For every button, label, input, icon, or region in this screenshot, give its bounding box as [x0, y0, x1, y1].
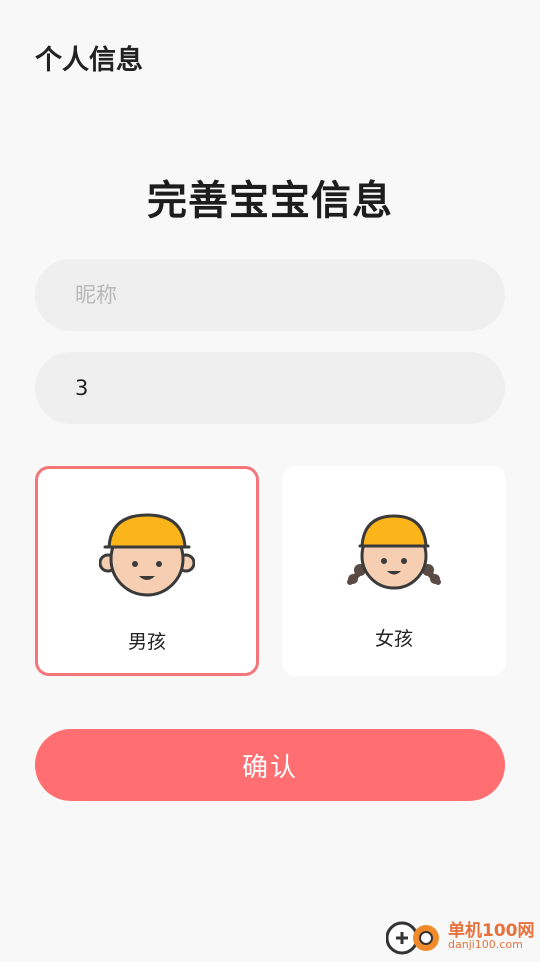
age-field-container — [35, 352, 505, 424]
gender-option-girl[interactable]: 女孩 — [282, 466, 506, 676]
watermark-icon — [385, 921, 439, 955]
watermark-url: danji100.com — [448, 938, 523, 951]
gender-label-girl: 女孩 — [374, 628, 413, 650]
nickname-input[interactable] — [35, 259, 505, 331]
confirm-button[interactable]: 确认 — [35, 729, 505, 801]
girl-avatar-icon — [347, 514, 441, 590]
gender-label-boy: 男孩 — [127, 631, 166, 653]
gender-option-boy[interactable]: 男孩 — [35, 466, 259, 676]
nickname-field-container — [35, 259, 505, 331]
watermark-logo: 单机100网 danji100.com — [385, 914, 536, 958]
page-header-title: 个人信息 — [35, 45, 143, 76]
age-input[interactable] — [35, 352, 505, 424]
page-title: 完善宝宝信息 — [147, 178, 393, 224]
boy-avatar-icon — [99, 513, 195, 597]
